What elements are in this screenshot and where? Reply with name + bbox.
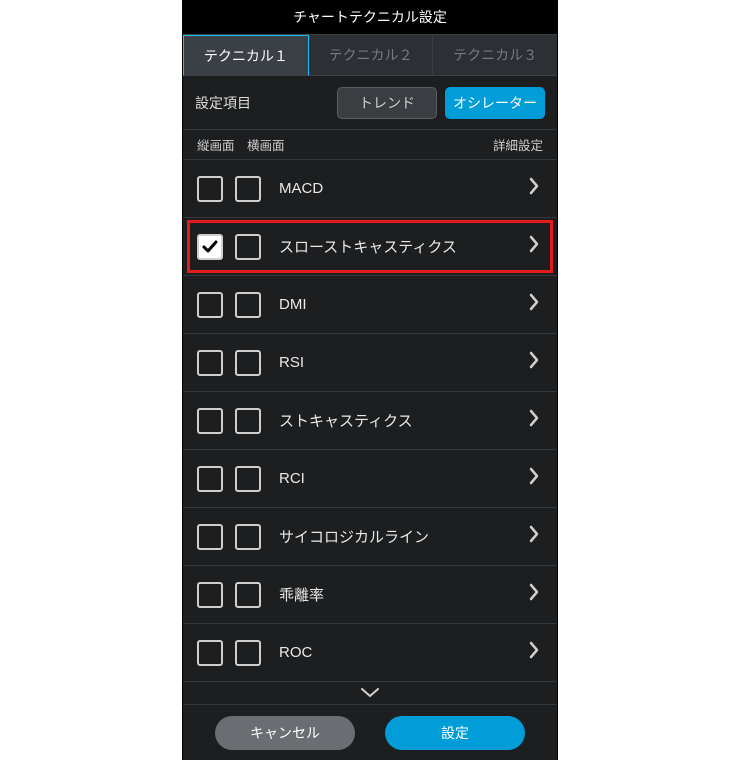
tab-2[interactable]: テクニカル３	[433, 35, 557, 75]
indicator-list[interactable]: MACD スローストキャスティクス DMI RSI ストキャスティクス RCI サイコロジカ…	[183, 160, 557, 682]
segment-label: トレンド	[359, 93, 415, 113]
confirm-button-label: 設定	[441, 723, 469, 743]
row-label: ROC	[279, 644, 529, 661]
chevron-down-icon	[361, 688, 379, 698]
checkbox-landscape[interactable]	[235, 524, 261, 550]
row-label: サイコロジカルライン	[279, 526, 529, 547]
list-row[interactable]: 乖離率	[183, 566, 557, 624]
list-row[interactable]: DMI	[183, 276, 557, 334]
list-row[interactable]: ROC	[183, 624, 557, 682]
segment-0[interactable]: トレンド	[337, 87, 437, 119]
checkbox-landscape[interactable]	[235, 292, 261, 318]
segment-1[interactable]: オシレーター	[445, 87, 545, 119]
chevron-right-icon	[529, 293, 539, 316]
chevron-right-icon	[529, 235, 539, 258]
chevron-right-icon	[529, 409, 539, 432]
list-row[interactable]: RCI	[183, 450, 557, 508]
checkbox-landscape[interactable]	[235, 234, 261, 260]
tab-bar: テクニカル１ テクニカル２ テクニカル３	[183, 34, 557, 76]
checkbox-landscape[interactable]	[235, 582, 261, 608]
checkbox-portrait[interactable]	[197, 524, 223, 550]
tab-1[interactable]: テクニカル２	[309, 35, 434, 75]
checkbox-portrait[interactable]	[197, 234, 223, 260]
chevron-right-icon	[529, 641, 539, 664]
filter-label: 設定項目	[195, 93, 251, 113]
titlebar: チャートテクニカル設定	[183, 0, 557, 34]
tab-label: テクニカル１	[204, 46, 288, 66]
checkbox-landscape[interactable]	[235, 408, 261, 434]
row-label: ストキャスティクス	[279, 410, 529, 431]
tab-label: テクニカル２	[329, 45, 413, 65]
checkbox-portrait[interactable]	[197, 582, 223, 608]
filter-bar: 設定項目 トレンド オシレーター	[183, 76, 557, 130]
column-landscape: 横画面	[247, 135, 285, 154]
column-detail: 詳細設定	[493, 135, 543, 154]
row-label: 乖離率	[279, 584, 529, 605]
footer-bar: キャンセル 設定	[183, 704, 557, 760]
chevron-right-icon	[529, 525, 539, 548]
list-row[interactable]: サイコロジカルライン	[183, 508, 557, 566]
column-portrait: 縦画面	[197, 135, 247, 154]
cancel-button[interactable]: キャンセル	[215, 716, 355, 750]
row-label: DMI	[279, 296, 529, 313]
more-indicator[interactable]	[183, 682, 557, 704]
checkbox-portrait[interactable]	[197, 408, 223, 434]
checkbox-landscape[interactable]	[235, 466, 261, 492]
list-row[interactable]: スローストキャスティクス	[183, 218, 557, 276]
chevron-right-icon	[529, 177, 539, 200]
checkbox-portrait[interactable]	[197, 640, 223, 666]
row-label: MACD	[279, 180, 529, 197]
cancel-button-label: キャンセル	[250, 723, 320, 743]
tab-label: テクニカル３	[453, 45, 537, 65]
list-row[interactable]: RSI	[183, 334, 557, 392]
column-header: 縦画面 横画面 詳細設定	[183, 130, 557, 160]
tab-0[interactable]: テクニカル１	[183, 35, 309, 76]
checkbox-landscape[interactable]	[235, 350, 261, 376]
list-row[interactable]: MACD	[183, 160, 557, 218]
checkbox-portrait[interactable]	[197, 466, 223, 492]
app-frame: チャートテクニカル設定 テクニカル１ テクニカル２ テクニカル３ 設定項目 トレンド…	[182, 0, 558, 760]
row-label: RCI	[279, 470, 529, 487]
checkbox-landscape[interactable]	[235, 640, 261, 666]
chevron-right-icon	[529, 583, 539, 606]
checkbox-portrait[interactable]	[197, 176, 223, 202]
page-title: チャートテクニカル設定	[293, 7, 447, 27]
list-row[interactable]: ストキャスティクス	[183, 392, 557, 450]
row-label: スローストキャスティクス	[279, 236, 529, 257]
checkbox-landscape[interactable]	[235, 176, 261, 202]
checkbox-portrait[interactable]	[197, 350, 223, 376]
chevron-right-icon	[529, 351, 539, 374]
row-label: RSI	[279, 354, 529, 371]
chevron-right-icon	[529, 467, 539, 490]
checkbox-portrait[interactable]	[197, 292, 223, 318]
confirm-button[interactable]: 設定	[385, 716, 525, 750]
segment-group: トレンド オシレーター	[329, 87, 545, 119]
segment-label: オシレーター	[453, 93, 537, 113]
